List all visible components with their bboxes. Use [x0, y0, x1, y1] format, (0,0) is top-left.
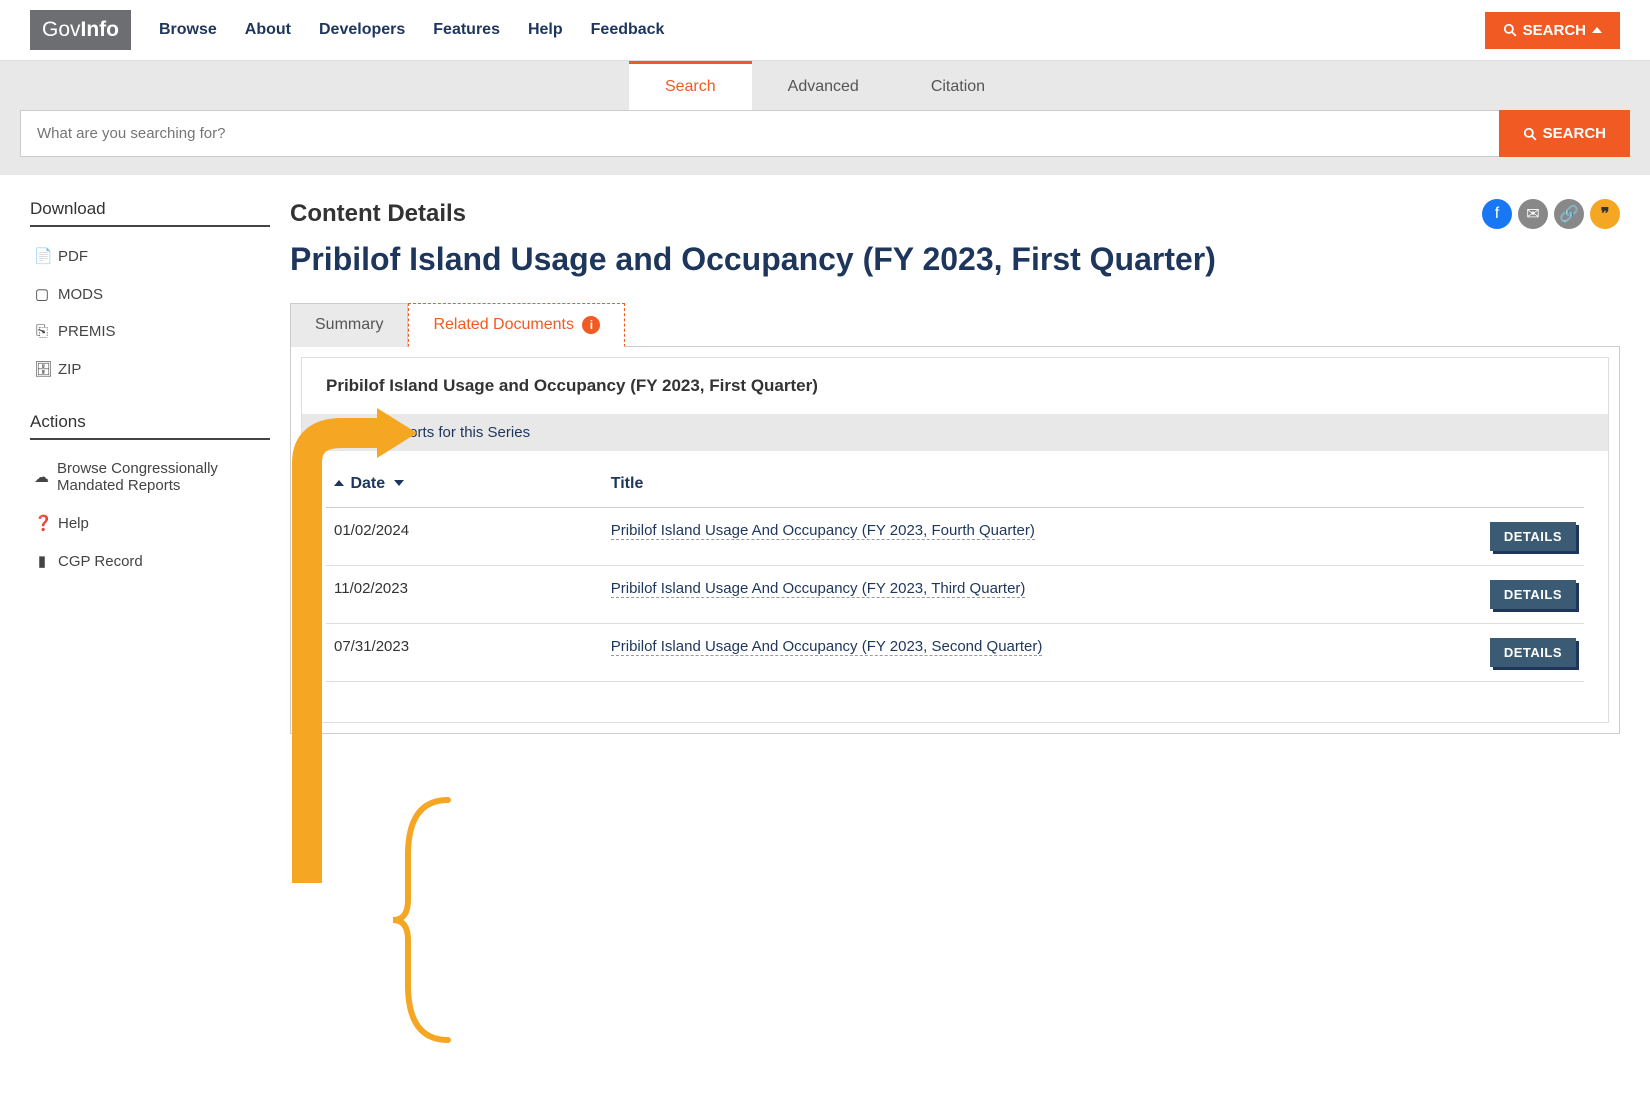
- download-list: 📄 PDF ▢ MODS ⎘ PREMIS 🗄 ZIP: [30, 237, 270, 388]
- nav-developers[interactable]: Developers: [319, 21, 405, 39]
- nav-help[interactable]: Help: [528, 21, 563, 39]
- col-date-label: Date: [350, 475, 385, 492]
- page-head: Content Details f ✉ 🔗 ❞: [290, 199, 1620, 229]
- download-pdf[interactable]: 📄 PDF: [34, 247, 266, 265]
- file-icon: ▢: [34, 285, 50, 303]
- cell-date: 01/02/2024: [326, 508, 603, 566]
- table-row: 11/02/2023 Pribilof Island Usage And Occ…: [326, 566, 1584, 624]
- search-tab-citation[interactable]: Citation: [895, 61, 1021, 110]
- zip-icon: 🗄: [34, 360, 50, 378]
- link-icon[interactable]: 🔗: [1554, 199, 1584, 229]
- download-mods[interactable]: ▢ MODS: [34, 285, 266, 303]
- action-cgp-label: CGP Record: [58, 553, 143, 570]
- action-browse-label: Browse Congressionally Mandated Reports: [57, 460, 266, 494]
- download-zip[interactable]: 🗄 ZIP: [34, 360, 266, 378]
- page-title: Pribilof Island Usage and Occupancy (FY …: [290, 239, 1620, 279]
- download-heading: Download: [30, 199, 270, 227]
- collapse-label: Other Reports for this Series: [340, 424, 530, 441]
- top-search-button[interactable]: SEARCH: [1485, 12, 1620, 49]
- details-button[interactable]: DETAILS: [1490, 638, 1576, 667]
- cell-date: 07/31/2023: [326, 624, 603, 682]
- logo-suffix: Info: [81, 18, 119, 41]
- related-table: Date Title 01/02/2024 Pribilof Island Us…: [326, 461, 1584, 682]
- tab-related-label: Related Documents: [433, 316, 574, 333]
- search-tab-advanced[interactable]: Advanced: [752, 61, 895, 110]
- top-nav: GovInfo Browse About Developers Features…: [0, 0, 1650, 61]
- col-date[interactable]: Date: [326, 461, 603, 508]
- download-mods-label: MODS: [58, 286, 103, 303]
- cite-icon[interactable]: ❞: [1590, 199, 1620, 229]
- caret-up-icon: [1592, 27, 1602, 33]
- actions-heading: Actions: [30, 412, 270, 440]
- cell-date: 11/02/2023: [326, 566, 603, 624]
- row-title-link[interactable]: Pribilof Island Usage And Occupancy (FY …: [611, 580, 1026, 598]
- minus-icon: –: [316, 425, 332, 441]
- search-input[interactable]: [20, 110, 1499, 157]
- search-icon: [1523, 127, 1537, 141]
- search-go-button[interactable]: SEARCH: [1499, 110, 1630, 157]
- doc-icon: ▮: [34, 552, 50, 570]
- search-tabs: Search Advanced Citation: [20, 61, 1630, 110]
- collapse-other-reports[interactable]: – Other Reports for this Series: [302, 414, 1608, 451]
- search-row: SEARCH: [20, 110, 1630, 157]
- cloud-icon: ☁: [34, 468, 49, 486]
- nav-about[interactable]: About: [245, 21, 291, 39]
- container: Download 📄 PDF ▢ MODS ⎘ PREMIS 🗄 ZIP Actions…: [0, 175, 1650, 758]
- nav-features[interactable]: Features: [433, 21, 500, 39]
- share-icons: f ✉ 🔗 ❞: [1482, 199, 1620, 229]
- nav-feedback[interactable]: Feedback: [591, 21, 665, 39]
- details-button[interactable]: DETAILS: [1490, 580, 1576, 609]
- action-help[interactable]: ❓ Help: [34, 514, 266, 532]
- table-wrap: Date Title 01/02/2024 Pribilof Island Us…: [302, 451, 1608, 722]
- email-icon[interactable]: ✉: [1518, 199, 1548, 229]
- related-panel: Pribilof Island Usage and Occupancy (FY …: [290, 346, 1620, 734]
- logo-prefix: Gov: [42, 18, 81, 41]
- download-premis[interactable]: ⎘ PREMIS: [34, 323, 266, 340]
- help-icon: ❓: [34, 514, 50, 532]
- info-icon: i: [582, 316, 600, 334]
- annotation-bracket: [388, 795, 458, 1045]
- action-help-label: Help: [58, 515, 89, 532]
- actions-list: ☁ Browse Congressionally Mandated Reports…: [30, 450, 270, 580]
- tab-related-documents[interactable]: Related Documents i: [408, 303, 625, 347]
- action-cgp-record[interactable]: ▮ CGP Record: [34, 552, 266, 570]
- content-tabs: Summary Related Documents i: [290, 303, 1620, 347]
- details-button[interactable]: DETAILS: [1490, 522, 1576, 551]
- row-title-link[interactable]: Pribilof Island Usage And Occupancy (FY …: [611, 522, 1035, 540]
- col-title-label: Title: [611, 475, 644, 492]
- search-go-label: SEARCH: [1543, 125, 1606, 142]
- search-tab-search[interactable]: Search: [629, 61, 752, 110]
- main: Content Details f ✉ 🔗 ❞ Pribilof Island …: [290, 199, 1620, 734]
- download-premis-label: PREMIS: [58, 323, 116, 340]
- nav-browse[interactable]: Browse: [159, 21, 217, 39]
- table-row: 07/31/2023 Pribilof Island Usage And Occ…: [326, 624, 1584, 682]
- action-browse-reports[interactable]: ☁ Browse Congressionally Mandated Reports: [34, 460, 266, 494]
- filecode-icon: ⎘: [34, 323, 50, 340]
- facebook-icon[interactable]: f: [1482, 199, 1512, 229]
- search-area: Search Advanced Citation SEARCH: [0, 61, 1650, 175]
- row-title-link[interactable]: Pribilof Island Usage And Occupancy (FY …: [611, 638, 1043, 656]
- pdf-icon: 📄: [34, 247, 50, 265]
- col-title[interactable]: Title: [603, 461, 1408, 508]
- related-panel-inner: Pribilof Island Usage and Occupancy (FY …: [301, 357, 1609, 723]
- related-panel-title: Pribilof Island Usage and Occupancy (FY …: [302, 358, 1608, 414]
- top-search-label: SEARCH: [1523, 22, 1586, 39]
- sort-asc-icon: [334, 480, 344, 486]
- search-icon: [1503, 23, 1517, 37]
- download-pdf-label: PDF: [58, 248, 88, 265]
- table-row: 01/02/2024 Pribilof Island Usage And Occ…: [326, 508, 1584, 566]
- tab-summary[interactable]: Summary: [290, 303, 408, 347]
- download-zip-label: ZIP: [58, 361, 81, 378]
- primary-nav: Browse About Developers Features Help Fe…: [159, 21, 664, 39]
- logo[interactable]: GovInfo: [30, 10, 131, 50]
- sort-desc-icon: [394, 480, 404, 486]
- sidebar: Download 📄 PDF ▢ MODS ⎘ PREMIS 🗄 ZIP Actions…: [30, 199, 270, 734]
- section-heading: Content Details: [290, 200, 466, 228]
